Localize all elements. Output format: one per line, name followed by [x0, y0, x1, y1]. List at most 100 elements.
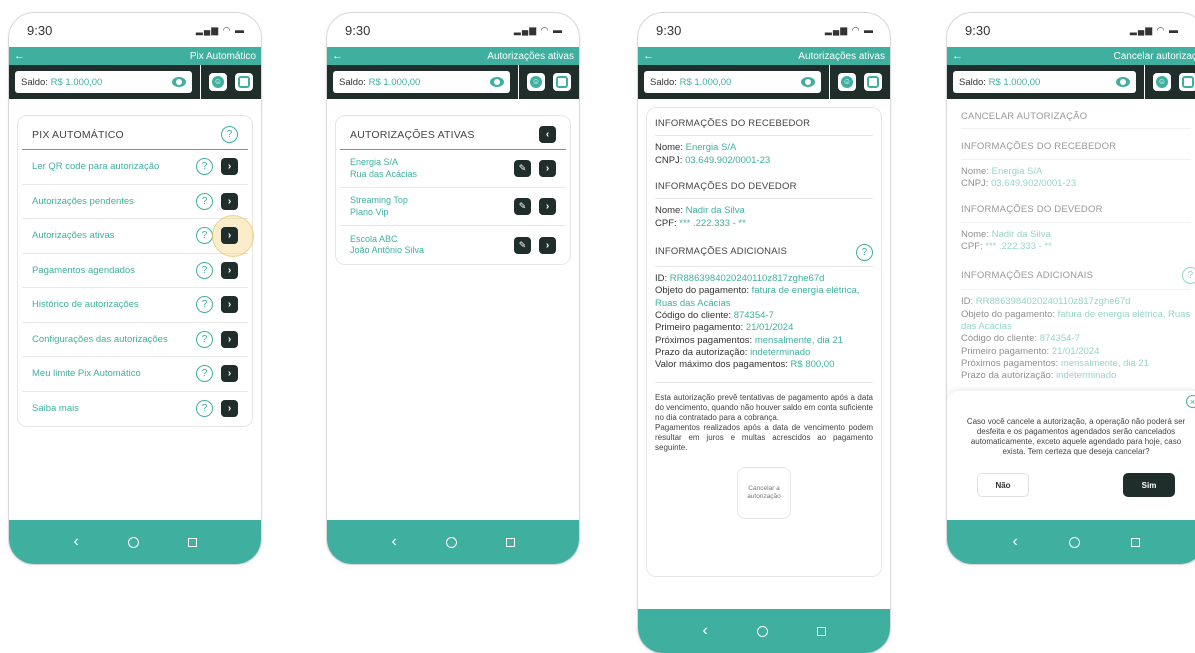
back-arrow-icon[interactable]: ← [14, 50, 25, 62]
balance-row: Saldo: R$ 1.000,00 ☺ [327, 65, 579, 99]
help-icon[interactable]: ? [196, 365, 213, 383]
android-nav-bar: ‹ [327, 520, 579, 564]
menu-item-label: Saiba mais [32, 403, 79, 415]
menu-item-pagamentos-agendados[interactable]: Pagamentos agendados ? › [22, 254, 248, 288]
nav-home-icon[interactable] [1068, 536, 1080, 548]
help-icon[interactable]: ? [196, 227, 213, 245]
help-icon[interactable]: ? [196, 261, 213, 279]
back-arrow-icon[interactable]: ← [952, 50, 963, 62]
balance-row: Saldo: R$ 1.000,00 ☺ [9, 65, 261, 99]
help-icon[interactable]: ? [196, 158, 213, 176]
nav-home-icon[interactable] [756, 625, 768, 637]
nav-back-icon[interactable]: ‹ [73, 534, 78, 550]
help-icon[interactable]: ? [221, 126, 238, 143]
accessibility-button[interactable]: ☺ [1153, 73, 1171, 91]
debtor-name: Nadir da Silva [685, 205, 745, 217]
nav-recent-icon[interactable] [1130, 537, 1140, 547]
top-bar-title: Autorizações ativas [798, 50, 885, 62]
status-time: 9:30 [965, 22, 991, 38]
edit-icon[interactable]: ✎ [514, 198, 531, 215]
help-icon[interactable]: ? [856, 244, 873, 262]
nav-back-icon[interactable]: ‹ [1012, 534, 1017, 550]
settings-button[interactable] [553, 73, 571, 91]
nav-back-icon[interactable]: ‹ [391, 534, 396, 550]
eye-icon[interactable] [490, 77, 504, 87]
balance-label: Saldo: [959, 76, 986, 88]
chevron-right-icon[interactable]: › [539, 236, 556, 254]
nav-back-icon[interactable]: ‹ [702, 623, 707, 639]
chevron-right-icon[interactable]: › [221, 261, 238, 279]
back-arrow-icon[interactable]: ← [643, 50, 654, 62]
client-value: 874354-7 [733, 310, 774, 322]
chevron-right-icon[interactable]: › [221, 192, 238, 210]
debtor-cpf: *** .222.333 - ** [679, 217, 746, 229]
settings-button[interactable] [235, 73, 253, 91]
nav-recent-icon[interactable] [816, 626, 826, 636]
authorization-item[interactable]: Escola ABC João Antônio Silva ✎ › [340, 226, 566, 264]
eye-icon[interactable] [172, 77, 186, 87]
no-button[interactable]: Não [977, 473, 1029, 497]
menu-item-autorizacoes-pendentes[interactable]: Autorizações pendentes ? › [22, 185, 248, 219]
authorization-item[interactable]: Energia S/A Rua das Acácias ✎ › [340, 150, 566, 188]
help-icon[interactable]: ? [196, 330, 213, 348]
menu-item-autorizacoes-ativas[interactable]: Autorizações ativas ? › [22, 215, 254, 257]
nav-recent-icon[interactable] [505, 537, 515, 547]
field-label: Nome: [655, 205, 683, 217]
chevron-right-icon[interactable]: › [221, 158, 238, 176]
chevron-right-icon[interactable]: › [221, 296, 238, 314]
menu-item-configuracoes[interactable]: Configurações das autorizações ? › [22, 323, 248, 357]
notice-text: Esta autorização prevê tentativas de pag… [655, 381, 873, 453]
back-arrow-icon[interactable]: ← [332, 50, 343, 62]
accessibility-button[interactable]: ☺ [527, 73, 545, 91]
dialog-message: Caso você cancele a autorização, a opera… [966, 417, 1186, 456]
nav-home-icon[interactable] [445, 536, 457, 548]
nav-home-icon[interactable] [127, 536, 139, 548]
chevron-right-icon[interactable]: › [221, 365, 238, 383]
menu-item-label: Pagamentos agendados [32, 264, 135, 276]
settings-button[interactable] [864, 73, 882, 91]
receiver-name-row: Nome: Energia S/A [655, 142, 873, 154]
edit-icon[interactable]: ✎ [514, 236, 531, 254]
menu-item-ler-qr-code[interactable]: Ler QR code para autorização ? › [22, 150, 248, 185]
term-row: Prazo da autorização: indeterminado [655, 347, 873, 359]
close-icon[interactable]: × [1186, 395, 1195, 408]
chevron-right-icon[interactable]: › [221, 400, 238, 418]
android-nav-bar: ‹ [947, 520, 1195, 564]
edit-icon[interactable]: ✎ [514, 160, 531, 177]
balance-value: R$ 1.000,00 [368, 76, 421, 88]
nav-recent-icon[interactable] [187, 537, 197, 547]
status-icons: ▂▄▆ ◠ ▬ [195, 24, 245, 35]
chevron-left-icon[interactable]: ‹ [539, 126, 556, 143]
help-icon[interactable]: ? [196, 192, 213, 210]
field-label: Valor máximo dos pagamentos: [655, 359, 788, 371]
settings-button[interactable] [1179, 73, 1195, 91]
chevron-right-icon[interactable]: › [221, 330, 238, 348]
authorization-name: Streaming Top [350, 195, 408, 206]
menu-item-meu-limite[interactable]: Meu limite Pix Automático ? › [22, 357, 248, 392]
id-value: RR8863984020240110z817zghe67d [669, 273, 825, 285]
yes-button[interactable]: Sim [1123, 473, 1175, 497]
menu-item-label: Histórico de autorizações [32, 299, 139, 311]
menu-item-saiba-mais[interactable]: Saiba mais ? › [22, 392, 248, 427]
menu-item-label: Configurações das autorizações [32, 333, 168, 345]
balance-field: Saldo: R$ 1.000,00 [644, 71, 821, 93]
menu-item-historico[interactable]: Histórico de autorizações ? › [22, 288, 248, 323]
authorization-item[interactable]: Streaming Top Plano Vip ✎ › [340, 188, 566, 226]
max-value: R$ 800,00 [790, 359, 835, 371]
help-icon[interactable]: ? [196, 400, 213, 418]
object-row: Objeto do pagamento: fatura de energia e… [655, 285, 873, 310]
accessibility-icon: ☺ [530, 76, 542, 88]
help-icon[interactable]: ? [196, 296, 213, 314]
eye-icon[interactable] [801, 77, 815, 87]
cancel-authorization-button[interactable]: Cancelar a autorização [737, 466, 791, 519]
chevron-right-icon[interactable]: › [221, 227, 238, 245]
accessibility-button[interactable]: ☺ [209, 73, 227, 91]
chevron-right-icon[interactable]: › [539, 160, 556, 177]
balance-label: Saldo: [650, 76, 677, 88]
status-bar: 9:30 ▂▄▆ ◠ ▬ [947, 13, 1195, 47]
eye-icon[interactable] [1116, 77, 1130, 87]
accessibility-button[interactable]: ☺ [838, 73, 856, 91]
chevron-right-icon[interactable]: › [539, 198, 556, 215]
balance-row: Saldo: R$ 1.000,00 ☺ [638, 65, 890, 99]
top-bar-title: Cancelar autorização [1113, 50, 1195, 62]
